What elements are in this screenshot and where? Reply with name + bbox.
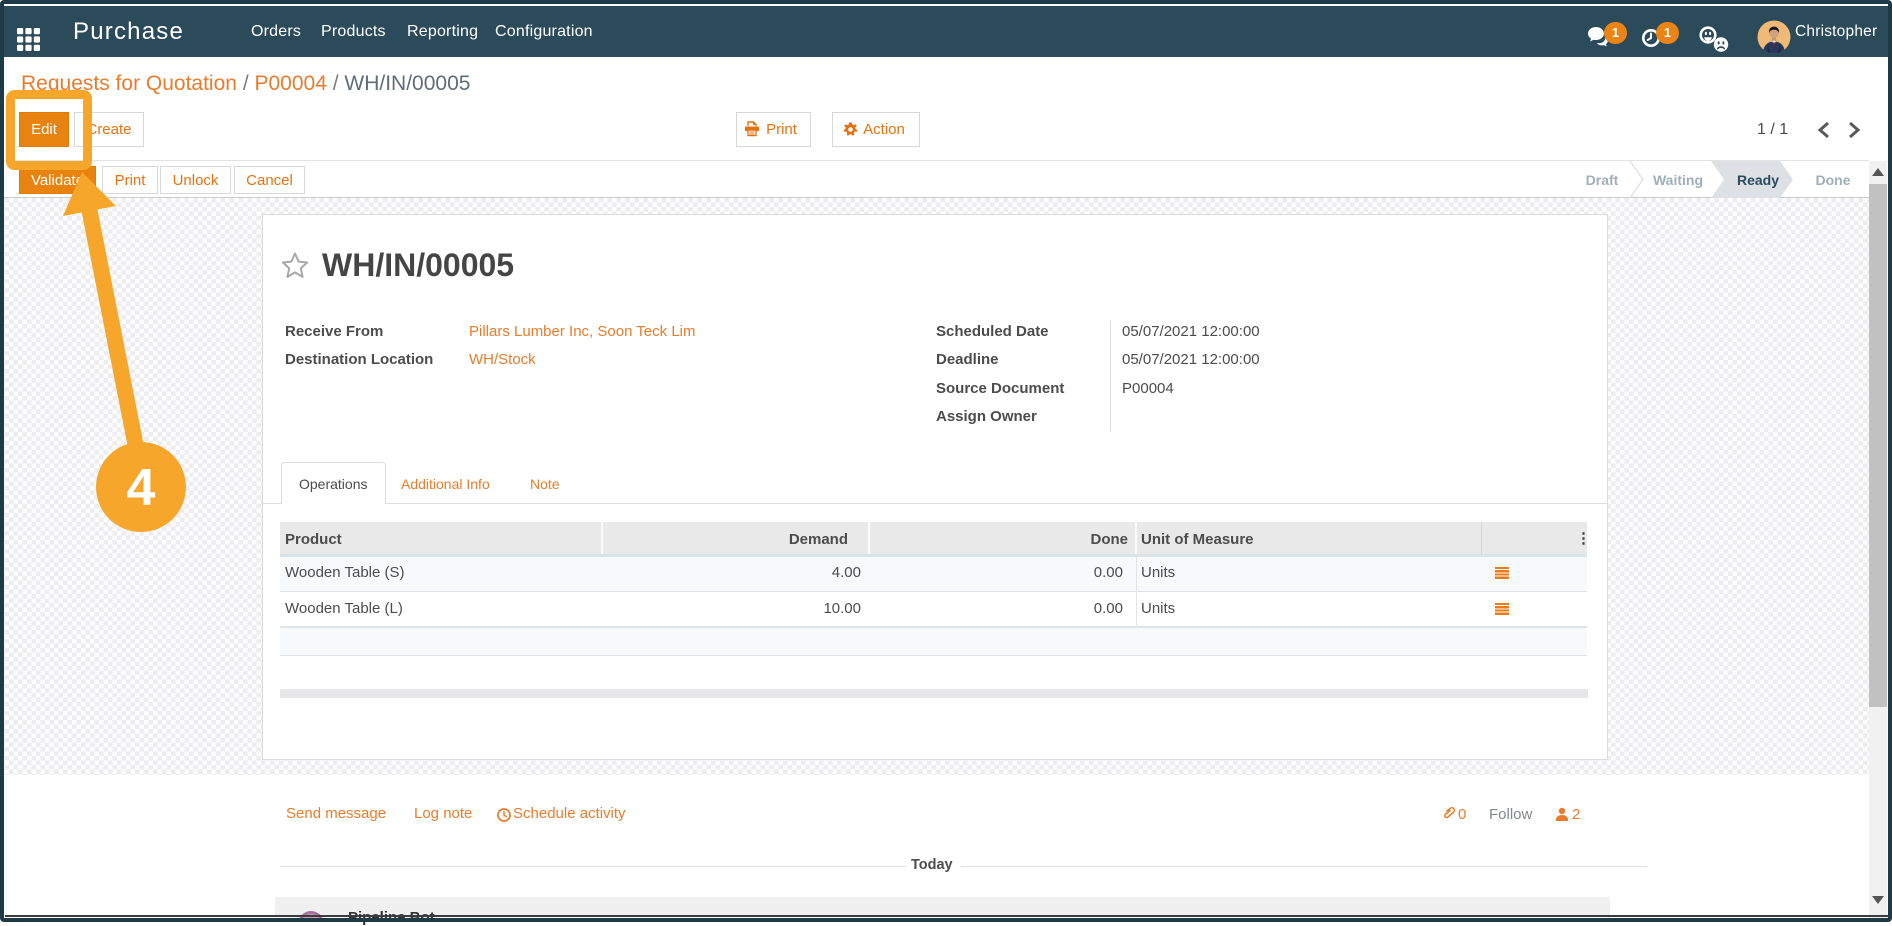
svg-text:Waiting: Waiting <box>1653 172 1703 188</box>
svg-text:Ready: Ready <box>1737 172 1779 188</box>
svg-text:Done: Done <box>1816 172 1851 188</box>
svg-text:4: 4 <box>127 459 156 517</box>
svg-text:Draft: Draft <box>1586 172 1619 188</box>
